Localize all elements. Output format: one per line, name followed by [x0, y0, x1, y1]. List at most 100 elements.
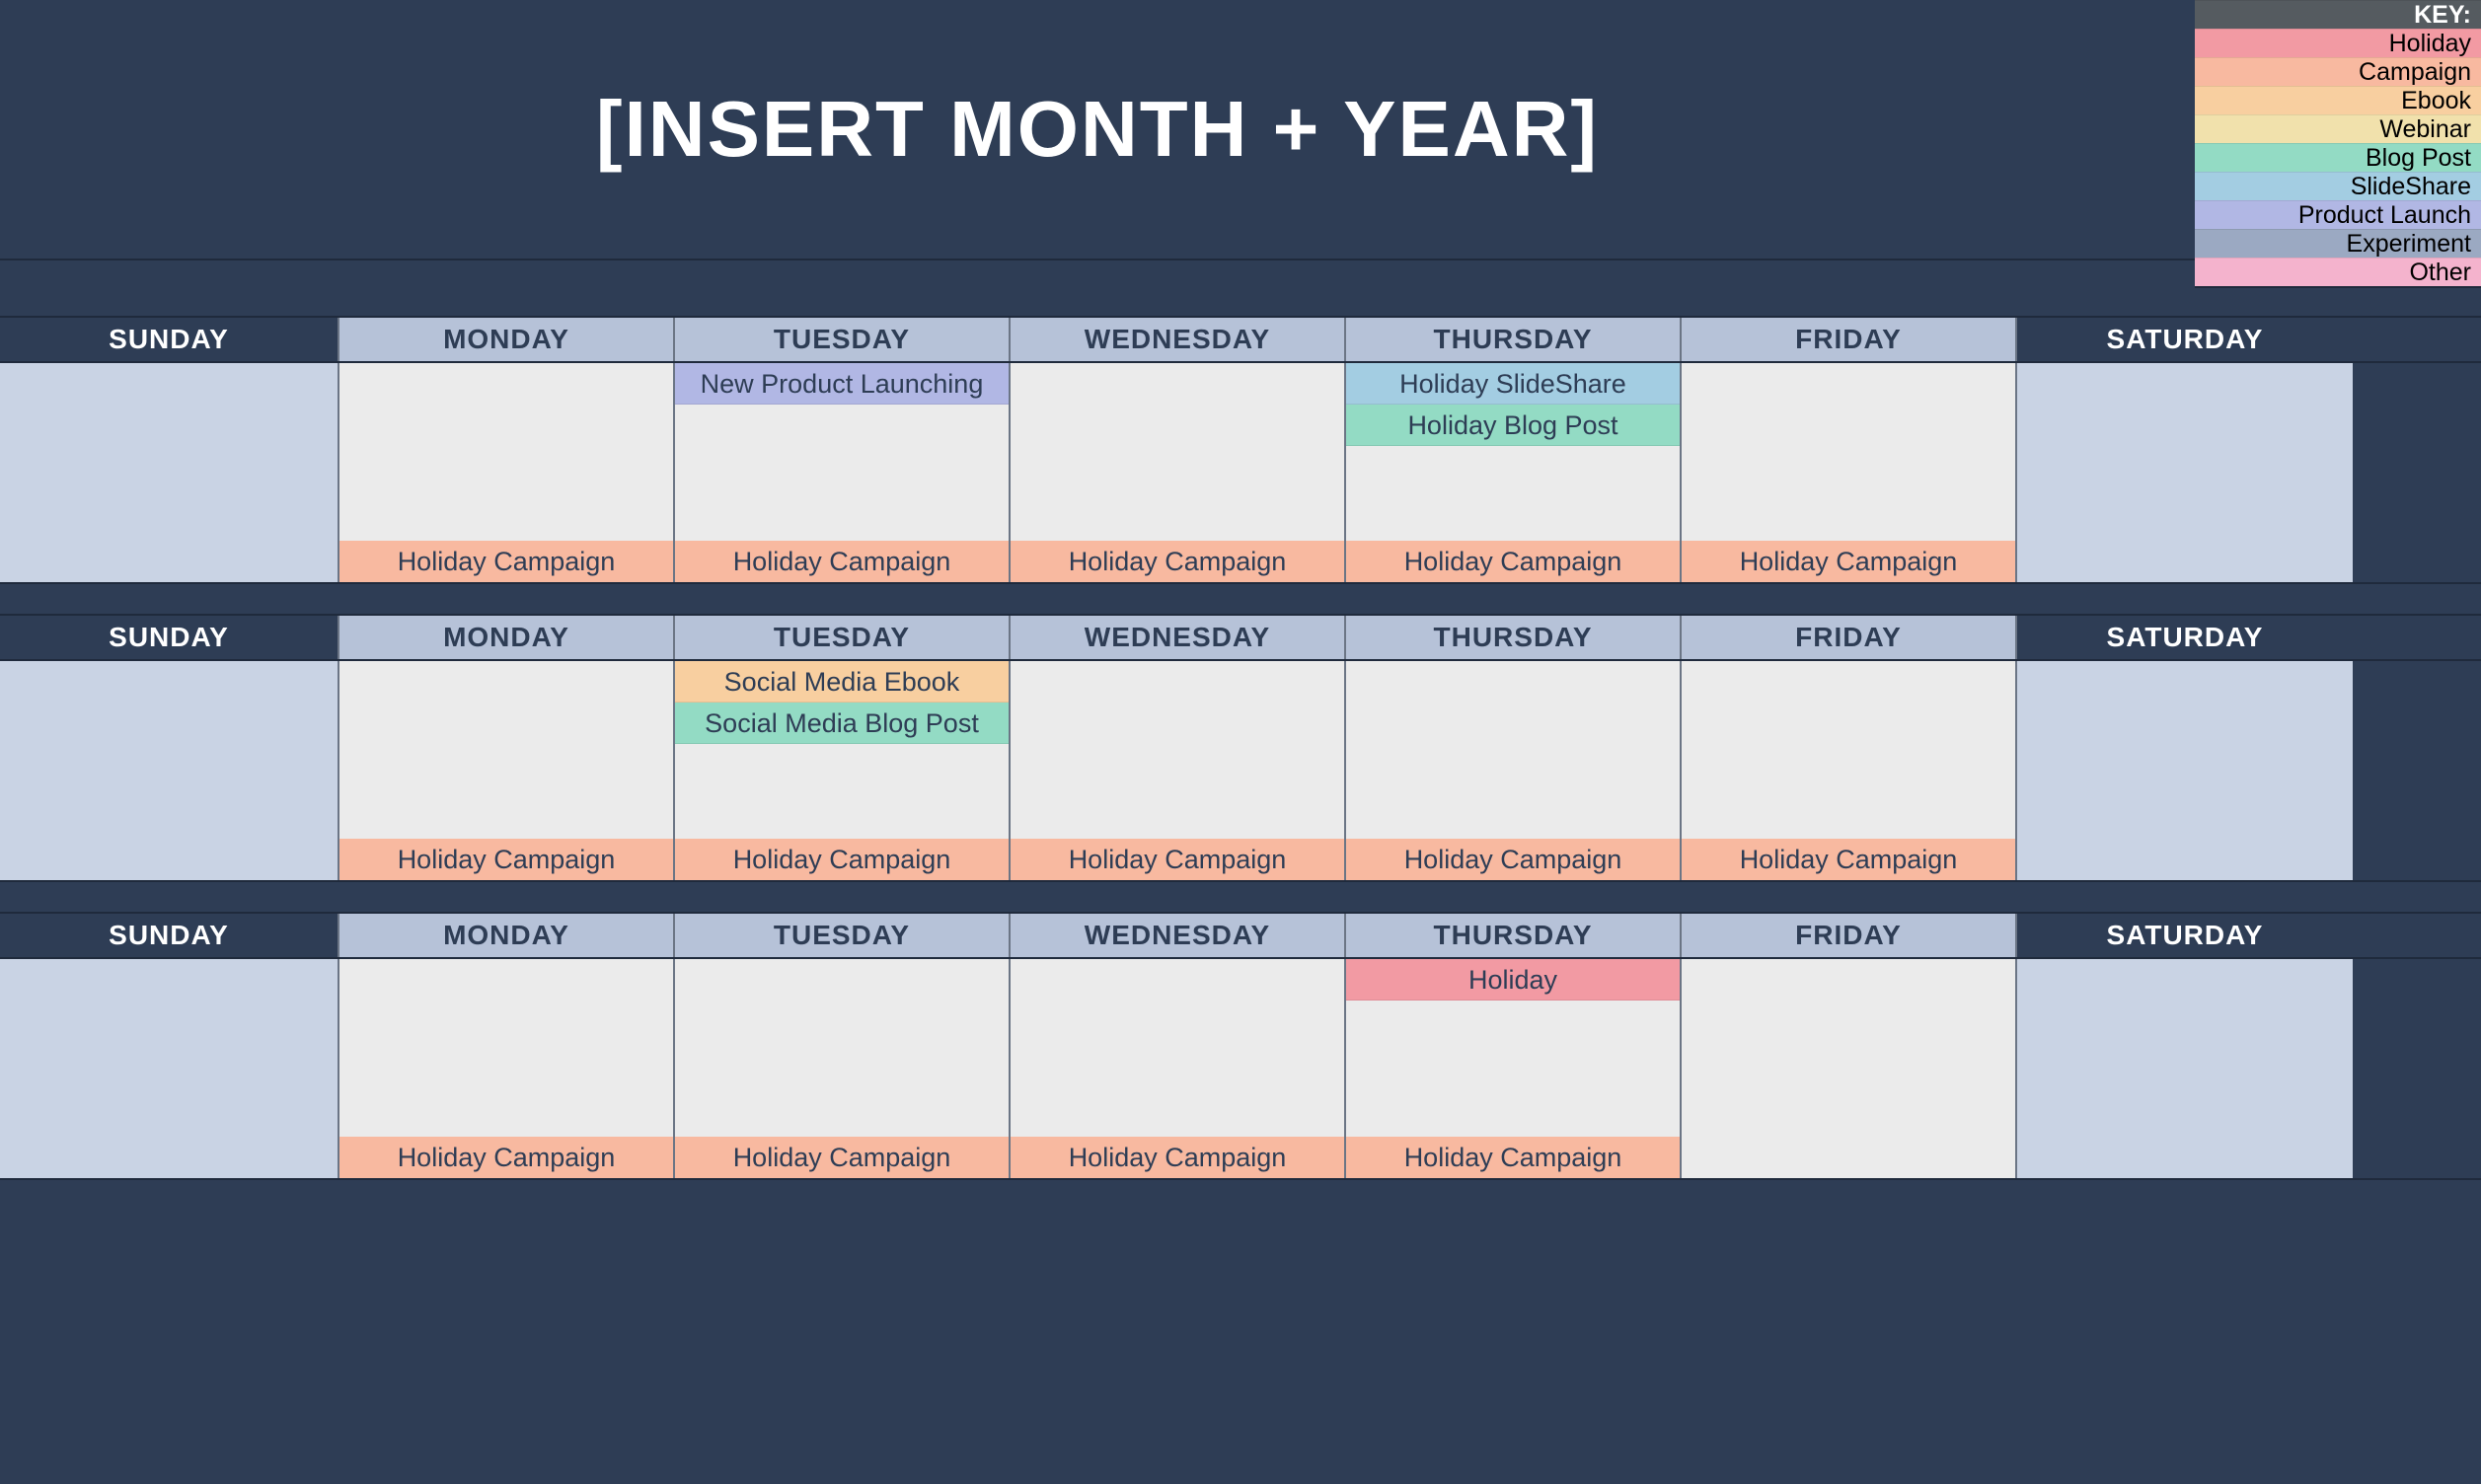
- day-header: WEDNESDAY: [1011, 318, 1346, 361]
- day-header: SATURDAY: [2017, 616, 2353, 659]
- calendar-event[interactable]: Holiday Campaign: [675, 839, 1009, 880]
- cell-spacer: [1346, 1001, 1680, 1137]
- cell-spacer: [1346, 661, 1680, 839]
- day-cell[interactable]: Holiday Campaign: [1011, 959, 1346, 1178]
- calendar-event[interactable]: Holiday Campaign: [675, 1137, 1009, 1178]
- legend-item: Experiment: [2195, 229, 2481, 258]
- day-header: THURSDAY: [1346, 914, 1682, 957]
- day-header: SUNDAY: [0, 914, 339, 957]
- day-cell[interactable]: [1682, 959, 2017, 1178]
- legend-item: SlideShare: [2195, 172, 2481, 200]
- cell-spacer: [2017, 959, 2353, 1178]
- spacer: [0, 882, 2481, 912]
- cell-spacer: [2017, 363, 2353, 582]
- cell-spacer: [1682, 363, 2015, 541]
- day-header: FRIDAY: [1682, 616, 2017, 659]
- cell-spacer: [0, 363, 338, 582]
- day-cell[interactable]: [0, 959, 339, 1178]
- legend-header: KEY:: [2195, 0, 2481, 29]
- day-header: SUNDAY: [0, 616, 339, 659]
- cell-spacer: [675, 744, 1009, 839]
- calendar-event[interactable]: Holiday Campaign: [1346, 541, 1680, 582]
- day-header: SATURDAY: [2017, 318, 2353, 361]
- week-header: SUNDAYMONDAYTUESDAYWEDNESDAYTHURSDAYFRID…: [0, 316, 2481, 363]
- calendar-event[interactable]: New Product Launching: [675, 363, 1009, 405]
- calendar-event[interactable]: Holiday Campaign: [1346, 1137, 1680, 1178]
- cell-spacer: [1011, 363, 1344, 541]
- calendar-event[interactable]: Social Media Ebook: [675, 661, 1009, 703]
- calendar-event[interactable]: Holiday Campaign: [675, 541, 1009, 582]
- day-cell[interactable]: Holiday Holiday Campaign: [1346, 959, 1682, 1178]
- page-title[interactable]: [INSERT MONTH + YEAR]: [0, 0, 2481, 259]
- day-cell[interactable]: Holiday SlideShareHoliday Blog Post Holid…: [1346, 363, 1682, 582]
- calendar-event[interactable]: Holiday Campaign: [339, 541, 673, 582]
- day-cell[interactable]: Holiday Campaign: [1011, 363, 1346, 582]
- calendar-event[interactable]: Holiday SlideShare: [1346, 363, 1680, 405]
- cell-spacer: [675, 959, 1009, 1137]
- cell-spacer: [1682, 959, 2015, 1178]
- cell-spacer: [1346, 446, 1680, 541]
- week-body: Holiday Campaign New Product Launching Hol…: [0, 363, 2481, 584]
- week-header: SUNDAYMONDAYTUESDAYWEDNESDAYTHURSDAYFRID…: [0, 912, 2481, 959]
- legend-item: Product Launch: [2195, 200, 2481, 229]
- spacer: [0, 584, 2481, 614]
- calendar-page: [INSERT MONTH + YEAR] KEY: HolidayCampai…: [0, 0, 2481, 1180]
- calendar-event[interactable]: Holiday Campaign: [1346, 839, 1680, 880]
- legend-item: Webinar: [2195, 114, 2481, 143]
- day-header: TUESDAY: [675, 616, 1011, 659]
- calendar-event[interactable]: Holiday Campaign: [339, 1137, 673, 1178]
- cell-spacer: [2017, 661, 2353, 880]
- day-cell[interactable]: Holiday Campaign: [1682, 661, 2017, 880]
- day-header: TUESDAY: [675, 914, 1011, 957]
- legend-item: Campaign: [2195, 57, 2481, 86]
- day-header: WEDNESDAY: [1011, 914, 1346, 957]
- cell-spacer: [1011, 661, 1344, 839]
- calendar-event[interactable]: Holiday Campaign: [1682, 839, 2015, 880]
- calendar-event[interactable]: Social Media Blog Post: [675, 703, 1009, 744]
- calendar-event[interactable]: Holiday: [1346, 959, 1680, 1001]
- legend-item: Ebook: [2195, 86, 2481, 114]
- day-header: SUNDAY: [0, 318, 339, 361]
- day-cell[interactable]: [2017, 661, 2353, 880]
- legend-item: Other: [2195, 258, 2481, 286]
- cell-spacer: [1682, 661, 2015, 839]
- day-cell[interactable]: Holiday Campaign: [339, 661, 675, 880]
- day-header: TUESDAY: [675, 318, 1011, 361]
- day-header: FRIDAY: [1682, 914, 2017, 957]
- day-cell[interactable]: Holiday Campaign: [1011, 661, 1346, 880]
- day-header: WEDNESDAY: [1011, 616, 1346, 659]
- week-header: SUNDAYMONDAYTUESDAYWEDNESDAYTHURSDAYFRID…: [0, 614, 2481, 661]
- day-cell[interactable]: Holiday Campaign: [1682, 363, 2017, 582]
- day-cell[interactable]: Holiday Campaign: [339, 959, 675, 1178]
- legend-item: Blog Post: [2195, 143, 2481, 172]
- day-cell[interactable]: Holiday Campaign: [339, 363, 675, 582]
- cell-spacer: [339, 661, 673, 839]
- day-cell[interactable]: Social Media EbookSocial Media Blog Post…: [675, 661, 1011, 880]
- day-cell[interactable]: [0, 363, 339, 582]
- legend: KEY: HolidayCampaignEbookWebinarBlog Pos…: [2195, 0, 2481, 288]
- cell-spacer: [1011, 959, 1344, 1137]
- day-header: MONDAY: [339, 318, 675, 361]
- calendar-event[interactable]: Holiday Campaign: [1682, 541, 2015, 582]
- day-cell[interactable]: New Product Launching Holiday Campaign: [675, 363, 1011, 582]
- cell-spacer: [0, 959, 338, 1178]
- day-header: MONDAY: [339, 914, 675, 957]
- calendar-event[interactable]: Holiday Campaign: [1011, 541, 1344, 582]
- cell-spacer: [339, 959, 673, 1137]
- day-cell[interactable]: [0, 661, 339, 880]
- legend-item: Holiday: [2195, 29, 2481, 57]
- calendar-event[interactable]: Holiday Campaign: [1011, 839, 1344, 880]
- week-body: Holiday CampaignSocial Media EbookSocial…: [0, 661, 2481, 882]
- spacer: [0, 259, 2481, 316]
- day-header: MONDAY: [339, 616, 675, 659]
- calendar-event[interactable]: Holiday Campaign: [1011, 1137, 1344, 1178]
- calendar-event[interactable]: Holiday Blog Post: [1346, 405, 1680, 446]
- day-header: FRIDAY: [1682, 318, 2017, 361]
- day-cell[interactable]: Holiday Campaign: [1346, 661, 1682, 880]
- day-cell[interactable]: Holiday Campaign: [675, 959, 1011, 1178]
- calendar-event[interactable]: Holiday Campaign: [339, 839, 673, 880]
- day-header: THURSDAY: [1346, 318, 1682, 361]
- day-cell[interactable]: [2017, 959, 2353, 1178]
- day-cell[interactable]: [2017, 363, 2353, 582]
- cell-spacer: [0, 661, 338, 880]
